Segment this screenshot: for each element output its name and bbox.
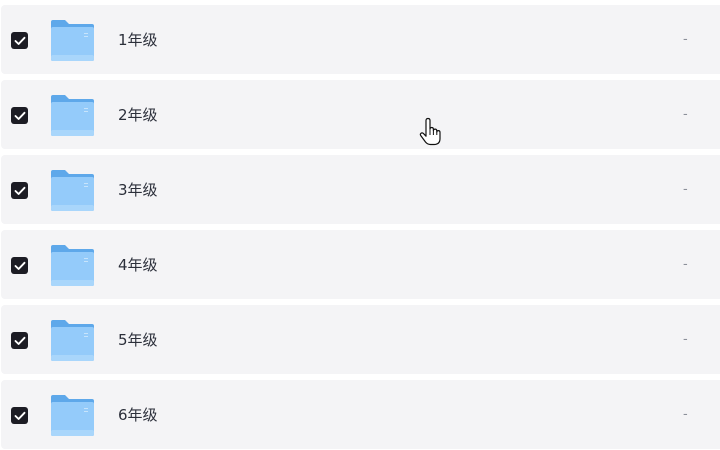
checkmark-icon (14, 36, 25, 45)
file-name[interactable]: 3年级 (118, 179, 158, 201)
list-item[interactable]: 4年级 - (1, 230, 720, 299)
list-item[interactable]: 3年级 - (1, 155, 720, 224)
checkmark-icon (14, 186, 25, 195)
folder-icon (49, 394, 96, 437)
row-checkbox[interactable] (11, 182, 28, 199)
folder-icon (49, 244, 96, 287)
row-checkbox[interactable] (11, 107, 28, 124)
list-item[interactable]: 2年级 - (1, 80, 720, 149)
file-name[interactable]: 1年级 (118, 29, 158, 51)
file-name[interactable]: 6年级 (118, 404, 158, 426)
file-size: - (683, 257, 688, 272)
file-size: - (683, 32, 688, 47)
file-name[interactable]: 2年级 (118, 104, 158, 126)
list-item[interactable]: 1年级 - (1, 5, 720, 74)
checkmark-icon (14, 411, 25, 420)
file-list: 1年级 - 2年级 - 3年级 - 4年级 - 5年级 - 6年级 - (0, 0, 720, 450)
file-size: - (683, 182, 688, 197)
row-checkbox[interactable] (11, 32, 28, 49)
file-size: - (683, 332, 688, 347)
folder-icon (49, 319, 96, 362)
list-item[interactable]: 6年级 - (1, 380, 720, 449)
file-name[interactable]: 4年级 (118, 254, 158, 276)
checkmark-icon (14, 111, 25, 120)
file-size: - (683, 407, 688, 422)
file-name[interactable]: 5年级 (118, 329, 158, 351)
row-checkbox[interactable] (11, 407, 28, 424)
file-size: - (683, 107, 688, 122)
folder-icon (49, 19, 96, 62)
checkmark-icon (14, 261, 25, 270)
folder-icon (49, 94, 96, 137)
row-checkbox[interactable] (11, 332, 28, 349)
checkmark-icon (14, 336, 25, 345)
row-checkbox[interactable] (11, 257, 28, 274)
folder-icon (49, 169, 96, 212)
list-item[interactable]: 5年级 - (1, 305, 720, 374)
